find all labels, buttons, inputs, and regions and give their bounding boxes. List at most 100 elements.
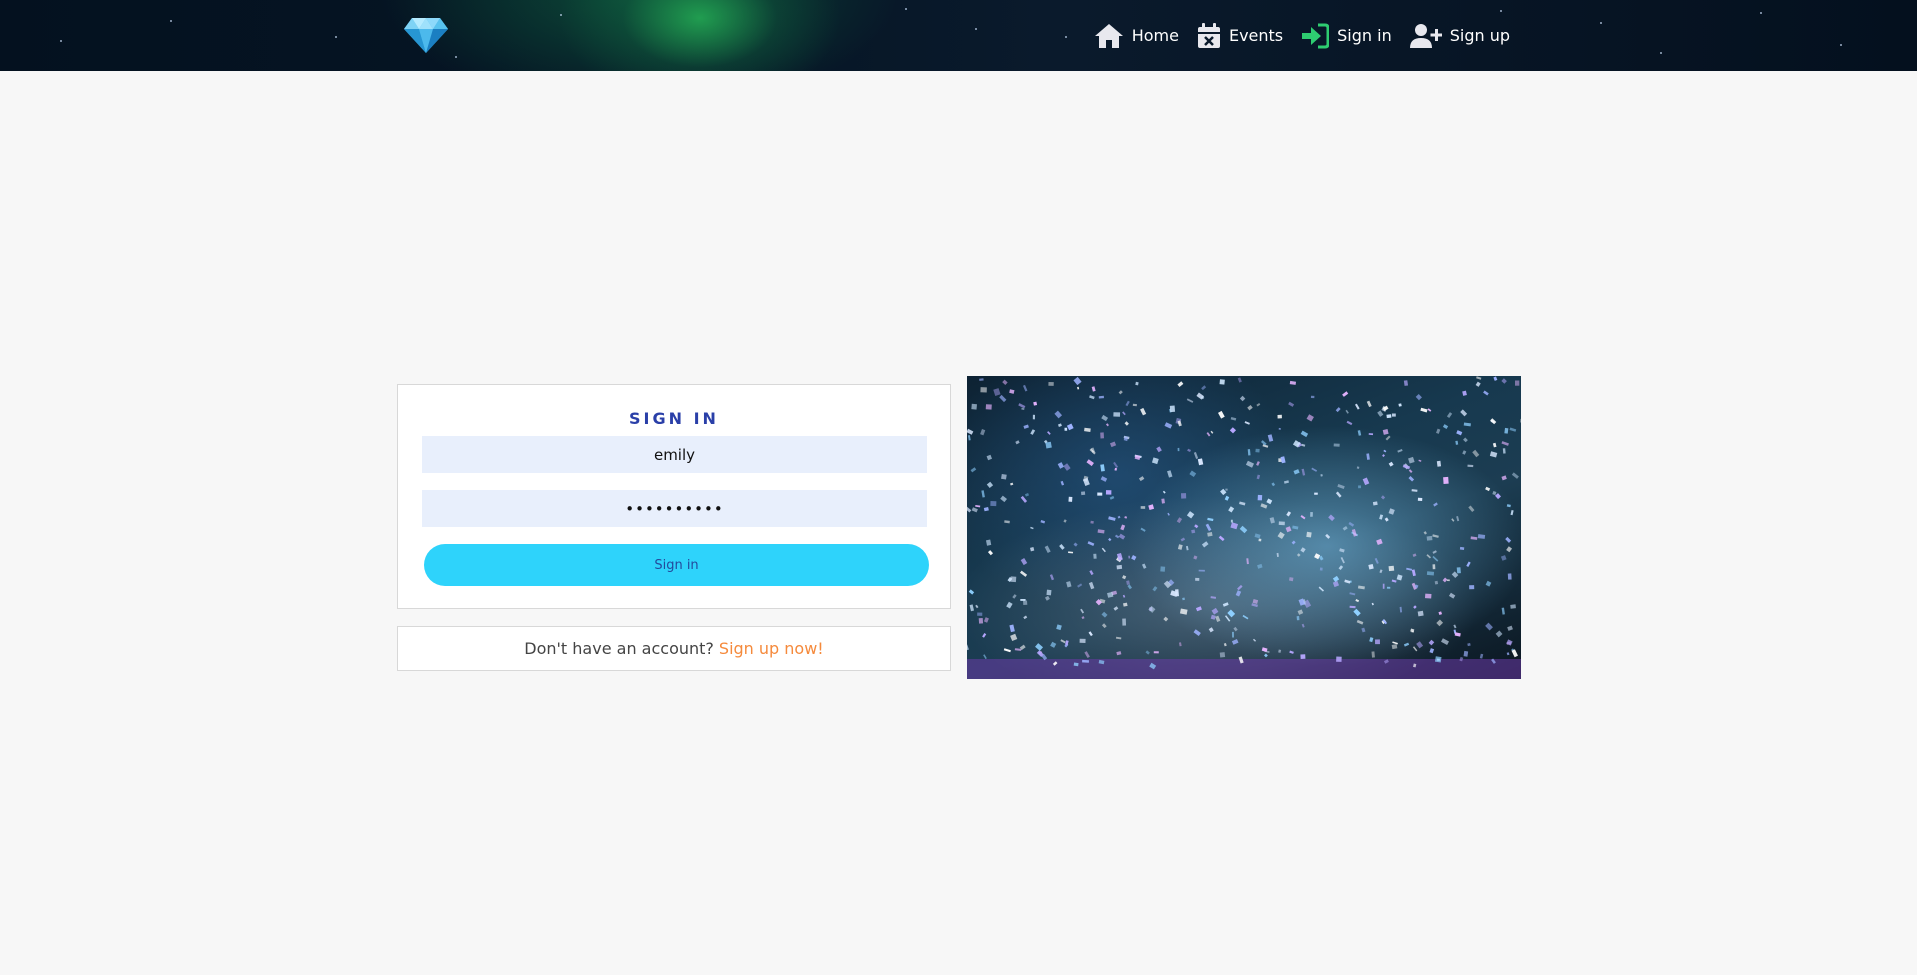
star-decoration bbox=[1600, 22, 1602, 24]
confetti-piece bbox=[1463, 422, 1471, 427]
confetti-piece bbox=[1388, 461, 1394, 467]
nav-sign-up-label: Sign up bbox=[1449, 26, 1510, 45]
confetti-piece bbox=[1501, 607, 1505, 615]
username-input[interactable] bbox=[422, 436, 927, 473]
nav-sign-in[interactable]: Sign in bbox=[1301, 23, 1392, 49]
confetti-piece bbox=[1020, 599, 1026, 601]
confetti-piece bbox=[1504, 427, 1509, 434]
confetti-piece bbox=[1345, 409, 1349, 414]
confetti-piece bbox=[1233, 626, 1238, 632]
confetti-piece bbox=[1257, 563, 1263, 569]
confetti-piece bbox=[1030, 547, 1035, 552]
confetti-piece bbox=[1442, 577, 1448, 583]
signup-prompt-text: Don't have an account? bbox=[524, 639, 714, 658]
confetti-piece bbox=[1010, 633, 1018, 642]
confetti-piece bbox=[1476, 376, 1482, 380]
confetti-piece bbox=[1391, 413, 1396, 417]
confetti-piece bbox=[1090, 520, 1094, 524]
confetti-piece bbox=[1252, 638, 1257, 642]
nav-events-label: Events bbox=[1228, 26, 1284, 45]
confetti-piece bbox=[1109, 441, 1117, 448]
confetti-piece bbox=[1423, 531, 1427, 535]
nav-home[interactable]: Home bbox=[1094, 23, 1179, 49]
confetti-piece bbox=[1086, 459, 1094, 467]
confetti-piece bbox=[967, 506, 972, 513]
nav-events[interactable]: Events bbox=[1197, 22, 1284, 49]
confetti-piece bbox=[1073, 662, 1079, 667]
confetti-piece bbox=[1500, 555, 1507, 561]
confetti-piece bbox=[1411, 489, 1418, 492]
confetti-piece bbox=[1018, 403, 1026, 409]
confetti-piece bbox=[1277, 414, 1282, 419]
star-decoration bbox=[975, 28, 977, 30]
confetti-piece bbox=[1010, 576, 1017, 583]
confetti-piece bbox=[1453, 624, 1457, 629]
confetti-piece bbox=[1391, 579, 1397, 583]
signup-link[interactable]: Sign up now! bbox=[719, 639, 824, 658]
confetti-piece bbox=[1057, 423, 1062, 427]
confetti-piece bbox=[1189, 470, 1197, 478]
confetti-piece bbox=[1448, 592, 1456, 599]
nav-sign-up[interactable]: Sign up bbox=[1409, 23, 1510, 49]
confetti-piece bbox=[1507, 625, 1513, 631]
confetti-piece bbox=[1310, 395, 1315, 399]
confetti-piece bbox=[1336, 656, 1342, 662]
confetti-piece bbox=[1456, 516, 1460, 522]
diamond-icon[interactable] bbox=[403, 16, 449, 54]
confetti-piece bbox=[1046, 589, 1052, 596]
confetti-piece bbox=[1012, 594, 1017, 599]
confetti-piece bbox=[1032, 414, 1035, 420]
confetti-piece bbox=[1105, 423, 1110, 427]
confetti-piece bbox=[1462, 450, 1467, 455]
confetti-piece bbox=[1082, 659, 1089, 663]
confetti-piece bbox=[981, 490, 985, 498]
confetti-piece bbox=[1064, 427, 1068, 431]
confetti-piece bbox=[1426, 554, 1432, 559]
confetti-piece bbox=[1181, 493, 1187, 499]
confetti-piece bbox=[1091, 386, 1096, 392]
confetti-piece bbox=[1269, 517, 1275, 524]
confetti-piece bbox=[1382, 454, 1385, 458]
confetti-piece bbox=[1433, 502, 1438, 507]
confetti-piece bbox=[1386, 586, 1391, 589]
confetti-piece bbox=[1060, 480, 1065, 486]
confetti-piece bbox=[1218, 410, 1225, 419]
confetti-piece bbox=[1335, 407, 1341, 413]
confetti-piece bbox=[1338, 565, 1344, 571]
confetti-piece bbox=[1084, 427, 1091, 432]
confetti-piece bbox=[967, 435, 971, 441]
confetti-piece bbox=[1392, 641, 1398, 645]
confetti-piece bbox=[1098, 395, 1105, 399]
confetti-piece bbox=[1186, 511, 1195, 519]
signin-card: SIGN IN Sign in bbox=[397, 384, 951, 609]
confetti-piece bbox=[1256, 403, 1261, 407]
confetti-piece bbox=[1132, 403, 1137, 407]
signin-button[interactable]: Sign in bbox=[424, 544, 929, 586]
confetti-piece bbox=[1354, 403, 1360, 410]
confetti-piece bbox=[1479, 653, 1484, 659]
confetti-piece bbox=[1006, 601, 1013, 609]
confetti-piece bbox=[1489, 451, 1498, 458]
confetti-piece bbox=[1505, 536, 1512, 543]
confetti-piece bbox=[1300, 430, 1309, 438]
confetti-piece bbox=[1178, 642, 1182, 647]
confetti-piece bbox=[1278, 649, 1282, 653]
nav-menu: Home Events Sign in Sign up bbox=[1094, 0, 1510, 71]
confetti-piece bbox=[1432, 550, 1437, 554]
confetti-piece bbox=[1064, 640, 1069, 646]
confetti-piece bbox=[1140, 506, 1146, 509]
confetti-piece bbox=[1266, 498, 1273, 505]
confetti-piece bbox=[1063, 519, 1067, 523]
confetti-piece bbox=[1356, 466, 1360, 469]
confetti-piece bbox=[1179, 608, 1188, 615]
confetti-piece bbox=[1128, 555, 1131, 559]
confetti-piece bbox=[1126, 580, 1130, 585]
confetti-piece bbox=[1509, 427, 1517, 432]
confetti-piece bbox=[1318, 586, 1325, 592]
confetti-piece bbox=[1135, 381, 1139, 386]
confetti-piece bbox=[983, 507, 989, 512]
confetti-piece bbox=[1260, 503, 1268, 509]
confetti-piece bbox=[1429, 648, 1435, 654]
password-input[interactable] bbox=[422, 490, 927, 527]
confetti-piece bbox=[1167, 512, 1170, 516]
